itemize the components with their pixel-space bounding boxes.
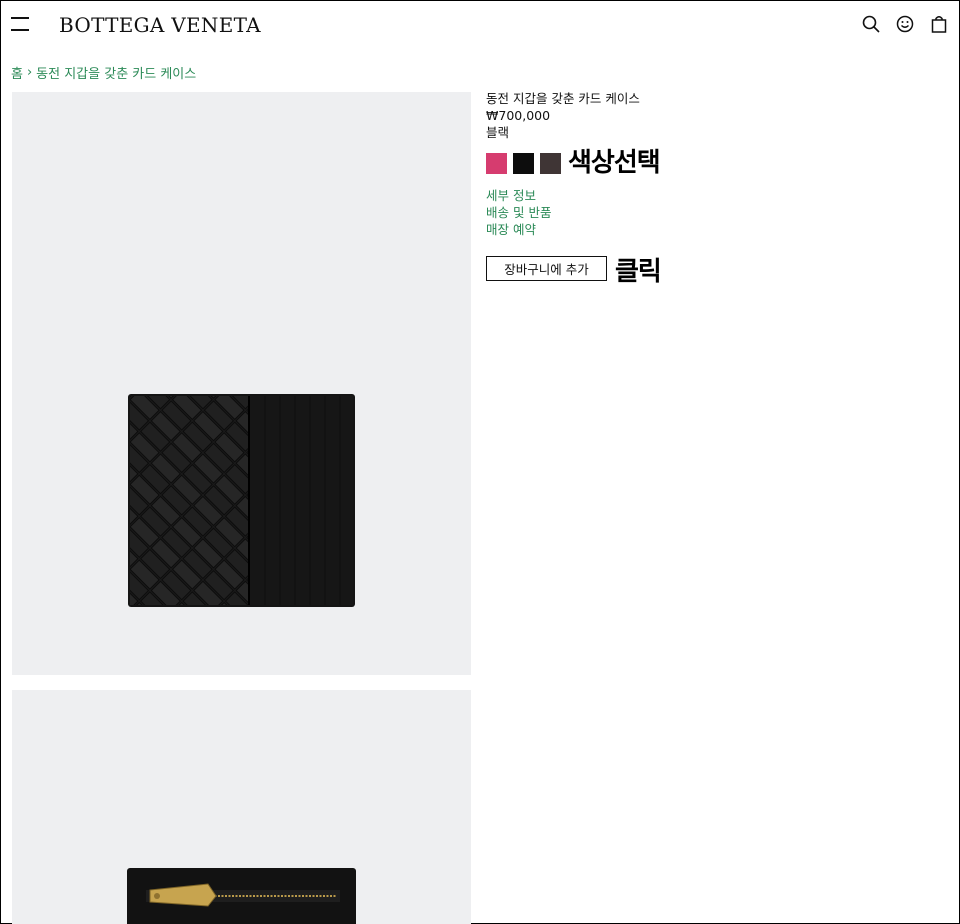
product-title: 동전 지갑을 갖춘 카드 케이스	[486, 91, 640, 106]
swatch-pink[interactable]	[486, 153, 507, 174]
annotation-color-select: 색상선택	[568, 148, 661, 178]
header-actions	[862, 15, 948, 33]
shopping-bag-icon[interactable]	[930, 15, 948, 33]
store-reservation-link[interactable]: 매장 예약	[486, 221, 551, 238]
zip-pocket-illustration	[127, 868, 356, 924]
swatch-black[interactable]	[513, 153, 534, 174]
hamburger-menu-icon[interactable]	[11, 16, 29, 31]
breadcrumb-current[interactable]: 동전 지갑을 갖춘 카드 케이스	[36, 63, 196, 82]
selected-color-label: 블랙	[486, 125, 510, 140]
card-case-illustration	[128, 394, 355, 607]
swatch-dark-brown[interactable]	[540, 153, 561, 174]
product-price: ₩700,000	[486, 108, 551, 123]
product-links: 세부 정보 배송 및 반품 매장 예약	[486, 187, 551, 238]
search-icon[interactable]	[862, 15, 880, 33]
brand-logo[interactable]: BOTTEGA VENETA	[59, 13, 261, 37]
color-swatches	[486, 153, 561, 174]
shipping-returns-link[interactable]: 배송 및 반품	[486, 204, 551, 221]
breadcrumb-home[interactable]: 홈	[11, 63, 23, 82]
add-to-cart-button[interactable]: 장바구니에 추가	[486, 256, 607, 281]
details-link[interactable]: 세부 정보	[486, 187, 551, 204]
account-smiley-icon[interactable]	[896, 15, 914, 33]
product-info: 동전 지갑을 갖춘 카드 케이스 ₩700,000 블랙	[486, 90, 926, 141]
product-image-secondary[interactable]	[12, 690, 471, 924]
breadcrumb-separator: ›	[26, 65, 33, 80]
breadcrumb: 홈 › 동전 지갑을 갖춘 카드 케이스	[11, 63, 196, 82]
product-image-main[interactable]	[12, 92, 471, 675]
annotation-click: 클릭	[615, 257, 662, 287]
